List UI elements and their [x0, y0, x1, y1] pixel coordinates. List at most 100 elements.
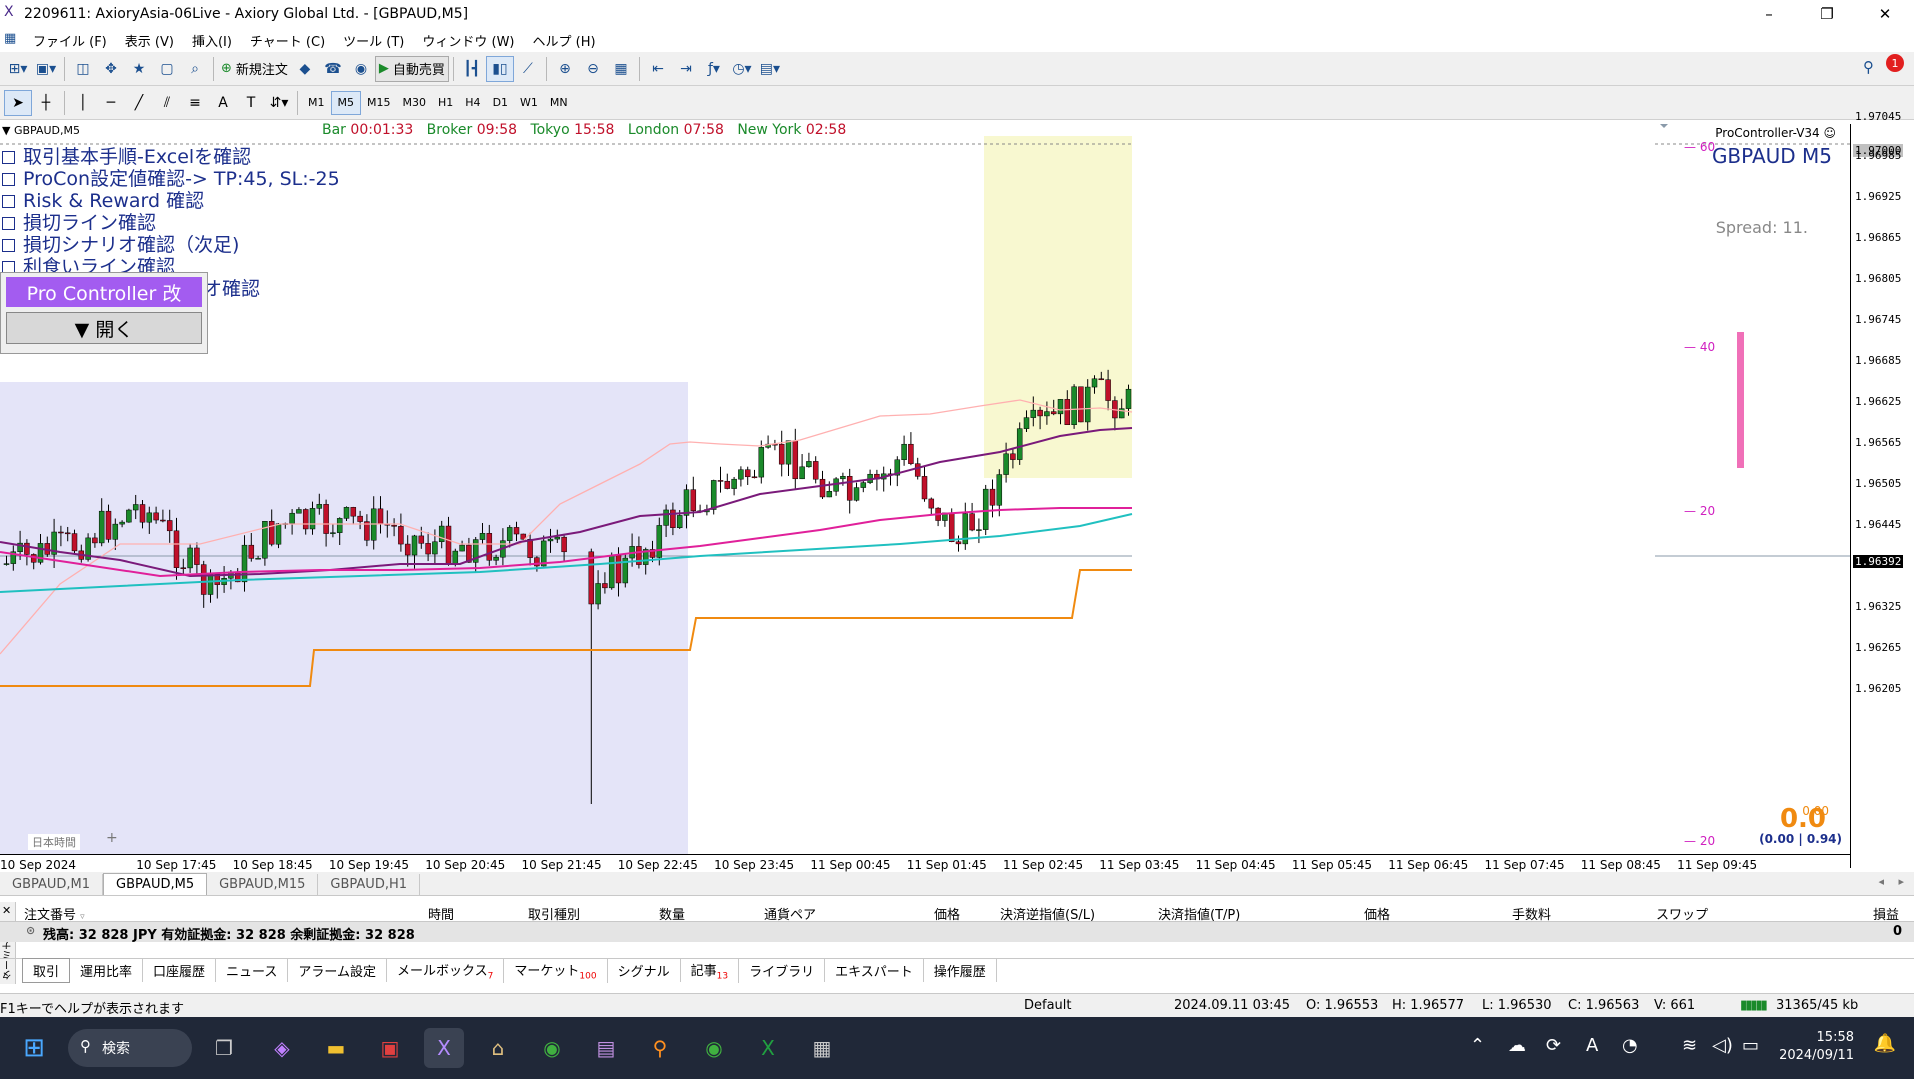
timeframe-mn[interactable]: MN [544, 91, 574, 115]
taskbar-search[interactable]: ⚲ 検索 [68, 1029, 192, 1067]
line-chart-icon[interactable]: ⟋ [514, 56, 542, 82]
tab-signals[interactable]: シグナル [608, 959, 681, 982]
store-icon[interactable]: ⌂ [478, 1028, 518, 1068]
tab-exposure[interactable]: 運用比率 [70, 959, 144, 982]
chrome-profile-icon[interactable]: ◉ [694, 1028, 734, 1068]
col-size[interactable]: 数量 [659, 904, 685, 923]
tab-market[interactable]: マーケット100 [504, 957, 608, 984]
profiles-icon[interactable]: ▣▾ [32, 56, 60, 82]
menu-window[interactable]: ウィンドウ (W) [413, 31, 523, 50]
calculator-icon[interactable]: ▦ [802, 1028, 842, 1068]
volume-icon[interactable]: ◁) [1712, 1035, 1733, 1056]
col-sl[interactable]: 決済逆指値(S/L) [1000, 904, 1095, 923]
channel-icon[interactable]: ⫽ [153, 90, 181, 116]
pro-controller-title[interactable]: Pro Controller 改 [6, 277, 202, 307]
tab-account-history[interactable]: 口座履歴 [143, 959, 217, 982]
col-time[interactable]: 時間 [428, 904, 454, 923]
tab-gbpaud-h1[interactable]: GBPAUD,H1 [318, 874, 421, 895]
data-window-icon[interactable]: ✥ [97, 56, 125, 82]
focus-icon[interactable]: ◔ [1622, 1035, 1638, 1056]
timeframe-m1[interactable]: M1 [302, 91, 331, 115]
timeframe-m30[interactable]: M30 [397, 91, 433, 115]
auto-scroll-icon[interactable]: ⇤ [644, 56, 672, 82]
navigator-icon[interactable]: ★ [125, 56, 153, 82]
wifi-icon[interactable]: ≋ [1682, 1035, 1697, 1056]
horizontal-line-icon[interactable]: ─ [97, 90, 125, 116]
cursor-icon[interactable]: ➤ [4, 89, 32, 116]
new-order-button[interactable]: ⊕ 新規注文 [218, 56, 291, 82]
open-panel-button[interactable]: ▼ 開く [6, 312, 202, 344]
task-view-icon[interactable]: ❐ [204, 1028, 244, 1068]
ime-icon[interactable]: A [1586, 1035, 1598, 1056]
menu-tools[interactable]: ツール (T) [334, 31, 413, 50]
windows-start-icon[interactable]: ⊞ [14, 1028, 54, 1068]
tab-gbpaud-m5[interactable]: GBPAUD,M5 [103, 873, 208, 895]
checkbox-icon[interactable] [2, 173, 15, 186]
tab-scroll-right-icon[interactable]: ▸ [1898, 875, 1904, 888]
timeframe-d1[interactable]: D1 [487, 91, 514, 115]
bar-chart-icon[interactable]: ┃┫ [458, 56, 486, 82]
excel-icon[interactable]: X [748, 1028, 788, 1068]
close-button[interactable]: ✕ [1856, 0, 1914, 28]
timeframe-h1[interactable]: H1 [432, 91, 459, 115]
checkbox-icon[interactable] [2, 195, 15, 208]
taskbar-clock[interactable]: 15:58 2024/09/11 [1779, 1029, 1854, 1065]
tab-mailbox[interactable]: メールボックス7 [387, 957, 505, 984]
signals-icon[interactable]: ☎ [319, 56, 347, 82]
col-commission[interactable]: 手数料 [1512, 904, 1551, 923]
zoom-in-icon[interactable]: ⊕ [551, 56, 579, 82]
strategy-tester-icon[interactable]: ⌕ [181, 56, 209, 82]
menu-chart[interactable]: チャート (C) [241, 31, 334, 50]
trendline-icon[interactable]: ╱ [125, 90, 153, 116]
metaeditor-icon[interactable]: ◆ [291, 56, 319, 82]
col-order[interactable]: 注文番号 ▿ [24, 904, 85, 923]
minimize-button[interactable]: – [1740, 0, 1798, 28]
price-axis[interactable]: 1.97045 1.97000 1.96985 1.96925 1.96865 1.968… [1850, 110, 1914, 868]
vertical-line-icon[interactable]: │ [69, 90, 97, 116]
arrows-icon[interactable]: ⇵▾ [265, 90, 293, 116]
tab-news[interactable]: ニュース [216, 959, 289, 982]
text-icon[interactable]: A [209, 90, 237, 116]
menu-file[interactable]: ファイル (F) [24, 31, 116, 50]
tray-chevron-icon[interactable]: ⌃ [1470, 1035, 1485, 1056]
axiory-mt4-icon[interactable]: X [424, 1028, 464, 1068]
status-profile[interactable]: Default [1024, 998, 1072, 1013]
timeframe-m15[interactable]: M15 [361, 91, 397, 115]
menu-insert[interactable]: 挿入(I) [183, 31, 241, 50]
checkbox-icon[interactable] [2, 239, 15, 252]
app-red-icon[interactable]: ▣ [370, 1028, 410, 1068]
tab-library[interactable]: ライブラリ [739, 959, 826, 982]
chrome-icon[interactable]: ◉ [532, 1028, 572, 1068]
chart-shift-icon[interactable]: ⇥ [672, 56, 700, 82]
tab-alerts[interactable]: アラーム設定 [288, 959, 388, 982]
checkbox-icon[interactable] [2, 217, 15, 230]
col-tp[interactable]: 決済指値(T/P) [1158, 904, 1240, 923]
periods-icon[interactable]: ◷▾ [728, 56, 756, 82]
col-symbol[interactable]: 通貨ペア [764, 904, 816, 923]
col-type[interactable]: 取引種別 [528, 904, 580, 923]
vps-icon[interactable]: ◉ [347, 56, 375, 82]
tab-gbpaud-m15[interactable]: GBPAUD,M15 [207, 874, 319, 895]
tab-experts[interactable]: エキスパート [825, 959, 924, 982]
market-watch-icon[interactable]: ◫ [69, 56, 97, 82]
menu-view[interactable]: 表示 (V) [116, 31, 183, 50]
tab-trade[interactable]: 取引 [22, 958, 71, 983]
fibonacci-icon[interactable]: ≡ [181, 90, 209, 116]
tile-windows-icon[interactable]: ▦ [607, 56, 635, 82]
label-icon[interactable]: T [237, 90, 265, 116]
candlestick-icon[interactable]: ▮▯ [485, 55, 514, 82]
price-chart[interactable] [0, 124, 1850, 854]
notification-bell-icon[interactable]: 🔔 [1874, 1033, 1896, 1054]
tab-gbpaud-m1[interactable]: GBPAUD,M1 [0, 874, 104, 895]
terminal-icon[interactable]: ▢ [153, 56, 181, 82]
file-explorer-icon[interactable]: ▬ [316, 1028, 356, 1068]
balance-row[interactable]: ⊙ 残高: 32 828 JPY 有効証拠金: 32 828 余剰証拠金: 32… [0, 922, 1914, 943]
battery-icon[interactable]: ▭ [1742, 1035, 1759, 1056]
search-app-icon[interactable]: ⚲ [640, 1028, 680, 1068]
tab-articles[interactable]: 記事13 [681, 957, 740, 984]
timeframe-h4[interactable]: H4 [459, 91, 486, 115]
auto-trading-button[interactable]: ▶ 自動売買 [374, 55, 449, 82]
indicators-icon[interactable]: ƒ▾ [700, 56, 728, 82]
onedrive-icon[interactable]: ☁ [1508, 1035, 1526, 1056]
notepad-icon[interactable]: ▤ [586, 1028, 626, 1068]
